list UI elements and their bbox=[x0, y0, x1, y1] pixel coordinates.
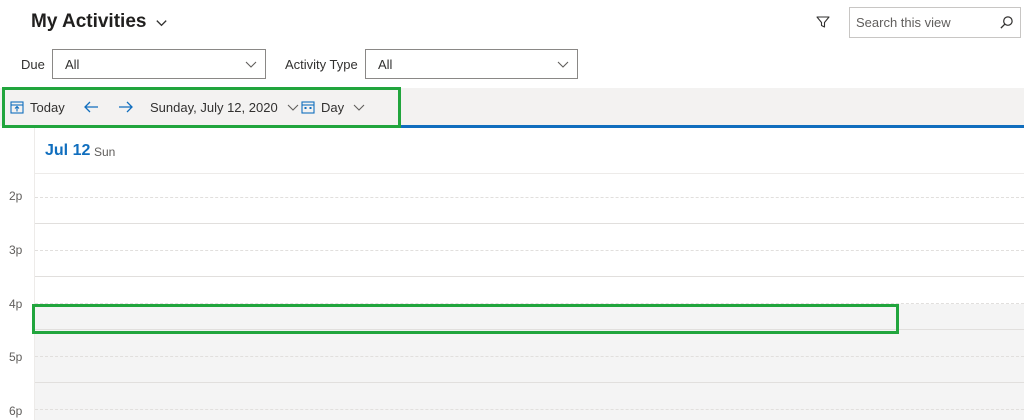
time-label: 2p bbox=[9, 189, 23, 203]
day-weekday: Sun bbox=[94, 145, 116, 159]
chevron-down-icon bbox=[156, 19, 168, 26]
time-slot[interactable] bbox=[35, 277, 1024, 304]
view-selector[interactable]: My Activities bbox=[31, 11, 169, 33]
date-picker-button[interactable]: Sunday, July 12, 2020 bbox=[150, 88, 299, 126]
chevron-down-icon bbox=[557, 61, 569, 68]
search-box[interactable] bbox=[849, 7, 1021, 38]
view-mode-label: Day bbox=[321, 99, 345, 115]
page-title: My Activities bbox=[31, 11, 147, 32]
date-label: Sunday, July 12, 2020 bbox=[150, 99, 278, 115]
calendar-view-icon bbox=[301, 101, 315, 114]
arrow-left-icon bbox=[84, 101, 98, 113]
search-input[interactable] bbox=[856, 8, 996, 37]
next-button[interactable] bbox=[117, 88, 135, 126]
today-button[interactable]: Today bbox=[10, 88, 65, 126]
activity-type-label: Activity Type bbox=[285, 57, 358, 72]
previous-button[interactable] bbox=[82, 88, 100, 126]
time-slot[interactable] bbox=[35, 304, 1024, 330]
time-slot[interactable] bbox=[35, 410, 1024, 420]
time-slot[interactable] bbox=[35, 224, 1024, 251]
calendar-toolbar: Today Sunday, July 12, 2020 Day bbox=[0, 88, 1024, 126]
filter-icon[interactable] bbox=[815, 14, 831, 30]
time-label: 4p bbox=[9, 297, 23, 311]
calendar-today-icon bbox=[10, 101, 24, 114]
chevron-down-icon bbox=[287, 104, 299, 111]
time-label: 3p bbox=[9, 243, 23, 257]
time-label: 5p bbox=[9, 350, 23, 364]
due-select[interactable]: All bbox=[52, 49, 266, 79]
today-label: Today bbox=[30, 99, 65, 115]
due-value: All bbox=[65, 57, 80, 72]
calendar-grid bbox=[35, 174, 1024, 420]
time-slot[interactable] bbox=[35, 330, 1024, 357]
time-slot[interactable] bbox=[35, 198, 1024, 224]
view-mode-button[interactable]: Day bbox=[301, 88, 365, 126]
activity-type-value: All bbox=[378, 57, 393, 72]
day-date: Jul 12 bbox=[45, 142, 91, 159]
chevron-down-icon bbox=[245, 61, 257, 68]
search-icon[interactable] bbox=[999, 15, 1014, 30]
time-slot[interactable] bbox=[35, 251, 1024, 277]
due-label: Due bbox=[21, 57, 45, 72]
chevron-down-icon bbox=[353, 104, 365, 111]
activity-type-select[interactable]: All bbox=[365, 49, 578, 79]
arrow-right-icon bbox=[119, 101, 133, 113]
time-slot[interactable] bbox=[35, 357, 1024, 383]
day-column-header[interactable]: Jul 12 Sun bbox=[34, 128, 1024, 174]
time-slot[interactable] bbox=[35, 383, 1024, 410]
time-slot[interactable] bbox=[35, 174, 1024, 198]
time-label: 6p bbox=[9, 404, 23, 418]
